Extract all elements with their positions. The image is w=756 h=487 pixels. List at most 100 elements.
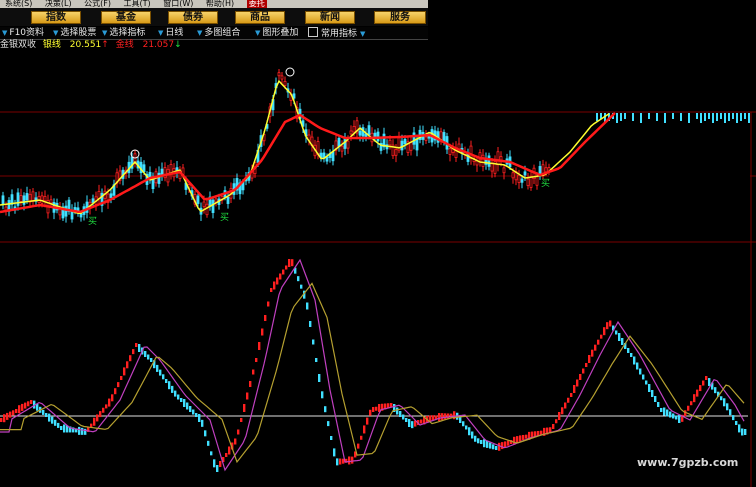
oscillator-bar <box>168 381 171 390</box>
dropdown-icon: ▼ <box>197 29 203 37</box>
oscillator-bar <box>402 414 405 420</box>
oscillator-bar <box>705 376 708 380</box>
menu-system[interactable]: 系统(S) <box>5 0 32 8</box>
oscillator-bar <box>741 428 744 436</box>
buy-label: 买 <box>541 178 550 189</box>
toolbar-overlay[interactable]: ▼ 图形叠加 <box>255 27 298 39</box>
toolbar-select-stock[interactable]: ▼ 选择股票 <box>53 27 96 39</box>
oscillator-bar <box>600 334 603 339</box>
oscillator-bar <box>96 414 99 422</box>
oscillator-bar <box>669 411 672 418</box>
oscillator-bar <box>63 424 66 433</box>
oscillator-bar <box>408 419 411 427</box>
menu-window[interactable]: 窗口(W) <box>163 0 193 8</box>
candle-body <box>79 213 83 218</box>
menu-help[interactable]: 帮助(H) <box>206 0 234 8</box>
candle-body <box>151 178 155 190</box>
oscillator-bar <box>480 440 483 444</box>
oscillator-bar <box>654 396 657 402</box>
oscillator-bar <box>474 435 477 442</box>
oscillator-bar <box>471 431 474 439</box>
toolbar-multi-chart[interactable]: ▼ 多图组合 <box>197 27 240 39</box>
oscillator-bar <box>618 333 621 341</box>
oscillator-bar <box>306 302 309 310</box>
menu-tools[interactable]: 工具(T) <box>124 0 151 8</box>
toolbar-daily[interactable]: ▼ 日线 <box>158 27 183 39</box>
oscillator-signal-line <box>0 258 745 472</box>
nav-fund-button[interactable]: 基金 <box>101 11 151 24</box>
toolbar-f10[interactable]: ▼ F10资料 <box>2 27 44 39</box>
oscillator-bar <box>660 408 663 412</box>
candle-body <box>744 113 746 119</box>
toolbar-select-indicator-label: 选择指标 <box>109 28 146 38</box>
nav-news-button[interactable]: 新闻 <box>305 11 355 24</box>
nav-bond-button[interactable]: 债券 <box>168 11 218 24</box>
oscillator-bar <box>120 376 123 380</box>
candle-body <box>211 199 215 213</box>
oscillator-bar <box>726 403 729 411</box>
candle-body <box>277 72 281 77</box>
silver-line <box>0 79 610 215</box>
oscillator-bar <box>684 410 687 417</box>
nav-bar: 指数 基金 债券 商品 新闻 服务 <box>0 8 428 26</box>
nav-service-button[interactable]: 服务 <box>374 11 426 24</box>
oscillator-bar <box>690 401 693 406</box>
oscillator-bar <box>696 389 699 397</box>
oscillator-bar <box>648 384 651 392</box>
dropdown-icon: ▼ <box>53 29 59 37</box>
candle-body <box>544 167 548 173</box>
candle-body <box>43 196 47 202</box>
oscillator-bar <box>9 411 12 418</box>
oscillator-bar <box>519 435 522 442</box>
candle-body <box>535 176 539 186</box>
menu-strategy[interactable]: 决策(L) <box>45 0 72 8</box>
candle-body <box>688 113 690 123</box>
oscillator-bar <box>348 456 351 465</box>
menu-trade[interactable]: 委托 <box>246 0 267 8</box>
candle-body <box>704 113 706 121</box>
nav-index-button[interactable]: 指数 <box>31 11 81 24</box>
candle-body <box>358 130 362 136</box>
candle-body <box>616 113 618 123</box>
oscillator-bar <box>219 461 222 467</box>
oscillator-bar <box>54 419 57 426</box>
oscillator-bar <box>228 446 231 455</box>
oscillator-bar <box>111 394 114 402</box>
oscillator-bar <box>621 338 624 345</box>
oscillator-bar <box>180 398 183 402</box>
candle-body <box>49 199 53 204</box>
oscillator-bar <box>420 419 423 424</box>
oscillator-bar <box>174 390 177 397</box>
candle-body <box>720 113 722 119</box>
candle-body <box>490 162 494 172</box>
oscillator-bar <box>576 379 579 387</box>
oscillator-bar <box>198 414 201 422</box>
oscillator-bar <box>738 424 741 433</box>
toolbar: ▼ F10资料 ▼ 选择股票 ▼ 选择指标 ▼ 日线 ▼ 多图组合 ▼ 图形叠加 常用指标 ▼ <box>0 27 428 40</box>
candle-body <box>502 167 506 174</box>
oscillator-bar <box>150 358 153 362</box>
oscillator-bar <box>495 446 498 450</box>
oscillator-bar <box>312 339 315 345</box>
menu-formula[interactable]: 公式(F) <box>84 0 111 8</box>
oscillator-bar <box>186 402 189 410</box>
candle-body <box>346 140 350 149</box>
oscillator-bar <box>585 363 588 367</box>
oscillator-bar <box>720 396 723 401</box>
candle-body <box>40 195 44 204</box>
gold-line-label: 金线 <box>115 40 134 50</box>
toolbar-select-indicator[interactable]: ▼ 选择指标 <box>102 27 145 39</box>
toolbar-common-indicators[interactable]: 常用指标 ▼ <box>308 27 367 40</box>
oscillator-bar <box>330 436 333 440</box>
oscillator-bar <box>102 407 105 413</box>
oscillator-bar <box>204 430 207 437</box>
nav-commodity-button[interactable]: 商品 <box>235 11 285 24</box>
oscillator-bar <box>723 398 726 407</box>
silver-line-value: 20.551 <box>69 40 102 50</box>
oscillator-bar <box>477 438 480 444</box>
oscillator-bar <box>309 321 312 327</box>
oscillator-bar <box>483 439 486 448</box>
oscillator-bar <box>132 349 135 355</box>
oscillator-bar <box>642 374 645 380</box>
oscillator-bar <box>744 429 747 435</box>
